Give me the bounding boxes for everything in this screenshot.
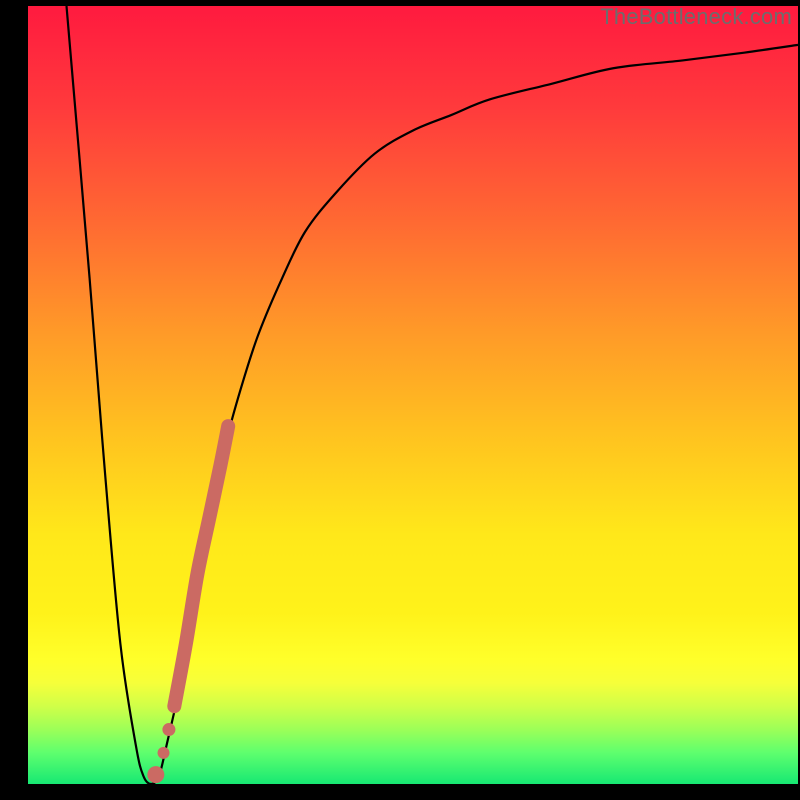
chart-stage: TheBottleneck.com	[0, 0, 800, 800]
highlight-dot	[158, 747, 170, 759]
highlight-dot	[162, 723, 175, 736]
highlight-dot	[147, 766, 164, 783]
watermark-text: TheBottleneck.com	[600, 4, 792, 30]
plot-area	[28, 6, 798, 784]
highlight-marker	[147, 426, 228, 783]
curve-layer	[28, 6, 798, 784]
highlight-bar	[174, 426, 228, 706]
